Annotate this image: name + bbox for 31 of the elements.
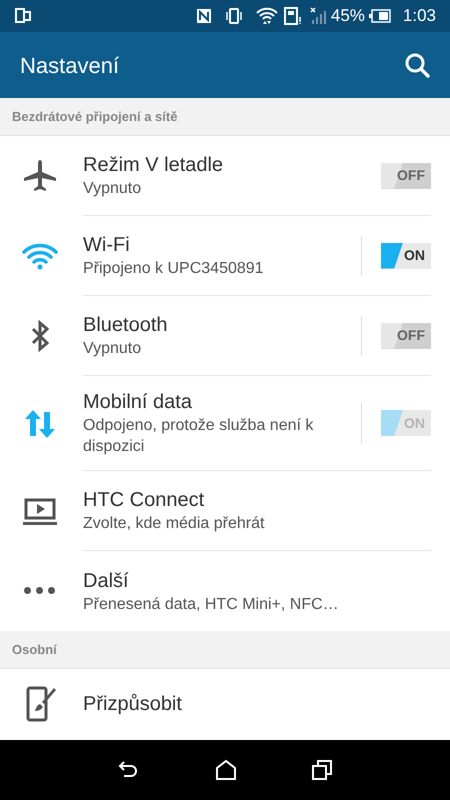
clock: 1:03 [402, 5, 436, 28]
nfc-icon [196, 8, 212, 24]
screen-title: Nastavení [20, 52, 120, 80]
recent-apps-icon[interactable] [311, 759, 333, 781]
setting-title[interactable]: Přizpůsobit [83, 691, 431, 717]
more-dots-icon [24, 587, 55, 594]
setting-summary: Odpojeno, protože služba není k dispozici [83, 416, 314, 457]
toggle-switch[interactable]: ON [381, 242, 431, 268]
screen-mirror-icon [14, 7, 32, 25]
setting-summary: Vypnuto [83, 179, 142, 199]
signal-icon [310, 7, 328, 25]
vibrate-icon [224, 8, 244, 24]
setting-summary: Přenesená data, HTC Mini+, NFC… [83, 594, 340, 614]
setting-summary: Připojeno k UPC3450891 [83, 259, 265, 279]
setting-summary: Zvolte, kde média přehrát [83, 514, 266, 534]
setting-title[interactable]: Režim V letadle [83, 152, 381, 178]
toggle-switch[interactable]: OFF [381, 322, 431, 348]
setting-title[interactable]: Další [83, 568, 431, 594]
setting-title[interactable]: Bluetooth [83, 312, 361, 338]
sim-card-icon [284, 7, 302, 25]
setting-summary: Vypnuto [83, 339, 142, 359]
search-icon[interactable] [404, 52, 430, 78]
section-header: Bezdrátové připojení a sítě [12, 108, 178, 126]
battery-percentage: 45% [330, 5, 365, 28]
setting-title[interactable]: HTC Connect [83, 487, 431, 513]
toggle-switch[interactable]: OFF [381, 162, 431, 188]
section-header: Osobní [12, 640, 57, 659]
battery-icon [368, 9, 391, 23]
wifi-icon [256, 7, 278, 25]
setting-title[interactable]: Wi-Fi [83, 232, 361, 258]
home-icon[interactable] [215, 759, 237, 781]
